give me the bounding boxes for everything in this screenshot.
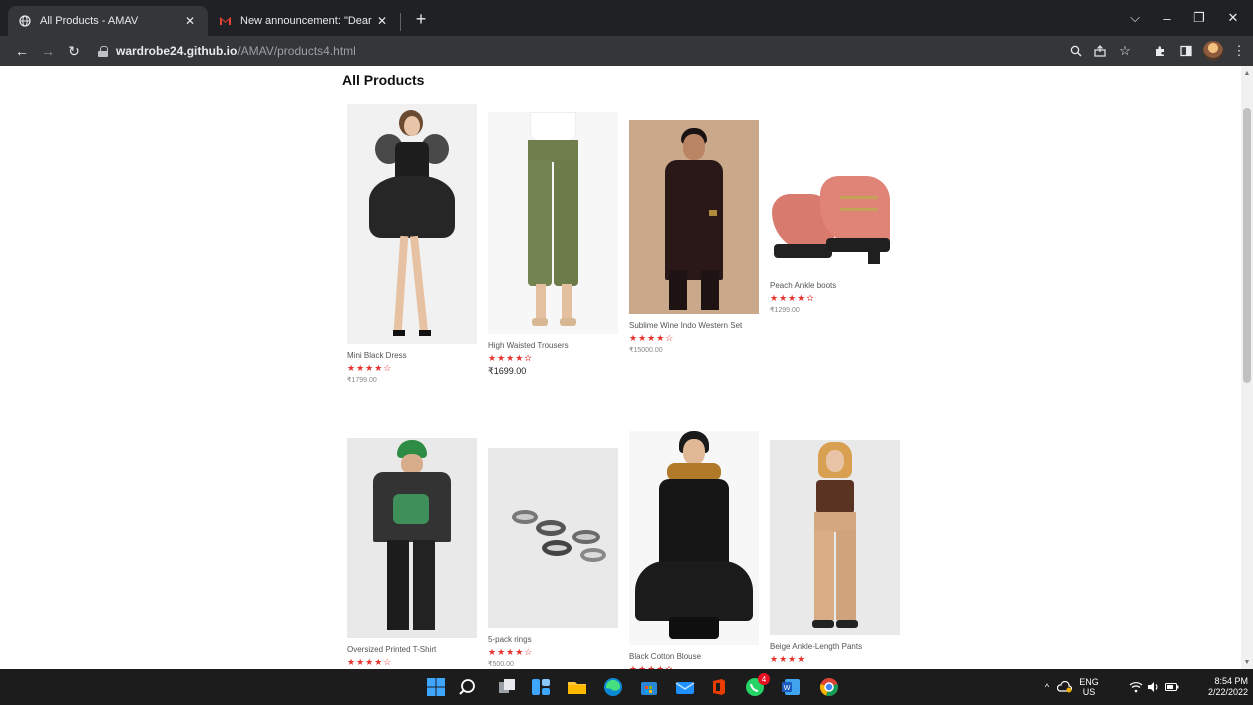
product-name[interactable]: Sublime Wine Indo Western Set: [629, 320, 761, 332]
region-code: US: [1082, 687, 1096, 697]
url-path: /AMAV/products4.html: [237, 44, 356, 58]
close-icon[interactable]: ✕: [374, 14, 390, 28]
search-icon[interactable]: [458, 676, 480, 698]
task-view-icon[interactable]: [496, 676, 518, 698]
product-card[interactable]: Sublime Wine Indo Western Set ★★★★☆ ₹150…: [629, 120, 761, 354]
extensions-icon[interactable]: [1150, 41, 1170, 61]
lock-icon: [98, 45, 108, 57]
product-card[interactable]: Oversized Printed T-Shirt ★★★★☆: [347, 438, 479, 668]
scrollbar-thumb[interactable]: [1243, 108, 1251, 383]
notification-badge: 4: [758, 673, 770, 685]
browser-toolbar: ← → ↻ wardrobe24.github.io/AMAV/products…: [0, 36, 1253, 66]
scroll-down-arrow-icon[interactable]: ▼: [1243, 658, 1251, 666]
bookmark-star-icon[interactable]: ☆: [1115, 41, 1135, 61]
tab-all-products[interactable]: All Products - AMAV ✕: [8, 6, 208, 36]
product-image-rings[interactable]: [488, 448, 618, 628]
tab-gmail-announcement[interactable]: New announcement: "Dear stude ✕: [208, 6, 400, 36]
office-icon[interactable]: [708, 676, 730, 698]
new-tab-button[interactable]: +: [410, 8, 432, 30]
profile-avatar[interactable]: [1203, 41, 1223, 61]
product-price: ₹1799.00: [347, 377, 377, 384]
word-icon[interactable]: W: [780, 676, 802, 698]
product-card[interactable]: 5-pack rings ★★★★☆ ₹500.00: [488, 448, 620, 668]
zoom-icon[interactable]: [1066, 41, 1086, 61]
tab-separator: [400, 13, 401, 31]
rating-stars: ★★★★✫: [770, 293, 815, 303]
file-explorer-icon[interactable]: [566, 676, 588, 698]
product-image-indo-western-set[interactable]: [629, 120, 759, 314]
rating-stars: ★★★★☆: [488, 647, 534, 657]
close-icon[interactable]: ✕: [182, 14, 198, 28]
close-window-button[interactable]: ✕: [1216, 6, 1250, 30]
tab-title: All Products - AMAV: [40, 15, 139, 27]
product-price: ₹500.00: [488, 661, 514, 668]
back-arrow-icon[interactable]: ←: [12, 41, 32, 61]
edge-icon[interactable]: [602, 676, 624, 698]
store-icon[interactable]: [638, 676, 660, 698]
url-host: wardrobe24.github.io: [116, 44, 238, 58]
product-name[interactable]: High Waisted Trousers: [488, 340, 620, 352]
product-name[interactable]: 5-pack rings: [488, 634, 620, 646]
widgets-icon[interactable]: [530, 676, 552, 698]
product-image-cotton-blouse[interactable]: [629, 431, 759, 645]
show-hidden-icons-chevron-icon[interactable]: ^: [1040, 669, 1054, 705]
product-image-black-dress[interactable]: [347, 104, 477, 344]
windows-taskbar: 4 W ^ ENG US 8:54 PM 2/22/2022: [0, 669, 1253, 705]
product-price: ₹1699.00: [488, 366, 527, 376]
rating-stars: ★★★★✫: [488, 353, 533, 363]
cloud-sync-icon[interactable]: [1056, 669, 1074, 705]
svg-text:W: W: [784, 685, 791, 692]
globe-icon: [18, 14, 32, 28]
tab-title: New announcement: "Dear stude: [240, 15, 374, 27]
windows-start-icon[interactable]: [425, 676, 447, 698]
forward-arrow-icon[interactable]: →: [38, 41, 58, 61]
tab-bar: All Products - AMAV ✕ New announcement: …: [0, 0, 1253, 36]
product-image-beige-pants[interactable]: [770, 440, 900, 635]
product-card[interactable]: Peach Ankle boots ★★★★✫ ₹1299.00: [770, 174, 902, 314]
minimize-button[interactable]: –: [1150, 6, 1184, 30]
language-code: ENG: [1079, 677, 1099, 687]
product-price: ₹1299.00: [770, 307, 800, 314]
product-name[interactable]: Peach Ankle boots: [770, 280, 902, 292]
rating-stars: ★★★★☆: [347, 657, 393, 667]
gmail-icon: [218, 14, 232, 28]
volume-icon[interactable]: [1146, 669, 1162, 705]
address-bar[interactable]: wardrobe24.github.io/AMAV/products4.html: [90, 39, 1090, 63]
rating-stars: ★★★★☆: [629, 333, 675, 343]
rating-stars: ★★★★☆: [347, 363, 393, 373]
product-name[interactable]: Black Cotton Blouse: [629, 651, 761, 663]
product-price: ₹15000.00: [629, 347, 663, 354]
side-panel-icon[interactable]: [1176, 41, 1196, 61]
scroll-up-arrow-icon[interactable]: ▲: [1243, 69, 1251, 77]
language-indicator[interactable]: ENG US: [1076, 669, 1102, 705]
product-card[interactable]: Black Cotton Blouse ★★★★✫: [629, 431, 761, 669]
maximize-button[interactable]: ❐: [1182, 6, 1216, 30]
share-icon[interactable]: [1090, 41, 1110, 61]
products-page: All Products Mini Black Dress ★★★★☆ ₹179…: [0, 66, 1241, 669]
clock[interactable]: 8:54 PM 2/22/2022: [1192, 669, 1248, 705]
reload-icon[interactable]: ↻: [64, 41, 84, 61]
product-image-oversized-tshirt[interactable]: [347, 438, 477, 638]
product-image-ankle-boots[interactable]: [770, 174, 900, 274]
product-name[interactable]: Oversized Printed T-Shirt: [347, 644, 479, 656]
product-card[interactable]: High Waisted Trousers ★★★★✫ ₹1699.00: [488, 112, 620, 377]
mail-icon[interactable]: [674, 676, 696, 698]
clock-date: 2/22/2022: [1207, 687, 1248, 697]
product-name[interactable]: Beige Ankle-Length Pants: [770, 641, 902, 653]
wifi-icon[interactable]: [1128, 669, 1144, 705]
clock-time: 8:54 PM: [1214, 676, 1248, 686]
product-card[interactable]: Mini Black Dress ★★★★☆ ₹1799.00: [347, 104, 479, 384]
chrome-icon[interactable]: [818, 676, 840, 698]
product-image-trousers[interactable]: [488, 112, 618, 334]
product-card[interactable]: Beige Ankle-Length Pants ★★★★: [770, 440, 902, 665]
page-title: All Products: [342, 72, 425, 88]
battery-icon[interactable]: [1164, 669, 1180, 705]
menu-icon[interactable]: ⋮: [1229, 41, 1249, 61]
tab-search-icon[interactable]: ⌵: [1118, 6, 1152, 30]
product-name[interactable]: Mini Black Dress: [347, 350, 479, 362]
rating-stars: ★★★★: [770, 654, 807, 664]
